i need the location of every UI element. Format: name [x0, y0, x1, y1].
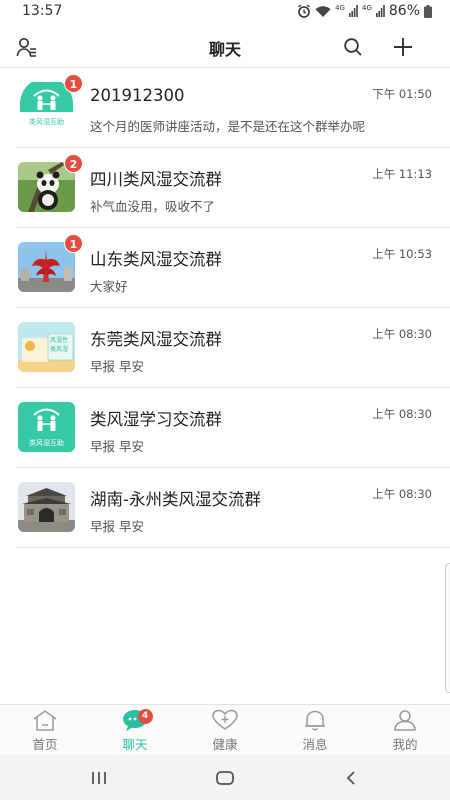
chat-time: 上午 08:30 [372, 407, 432, 421]
group-avatar: 风湿性 类风湿 [18, 322, 75, 372]
chat-list: 类风湿互助 1 201912300 这个月的医师讲座活动，是不是还在这个群举办呢… [0, 68, 450, 548]
tab-unread-badge: 4 [137, 709, 153, 724]
group-avatar [18, 482, 75, 532]
chat-name: 类风湿学习交流群 [90, 410, 222, 429]
chat-name: 山东类风湿交流群 [90, 250, 222, 269]
chat-list-item[interactable]: 类风湿互助 1 201912300 这个月的医师讲座活动，是不是还在这个群举办呢… [0, 68, 450, 148]
signal-icon [348, 5, 358, 17]
home-icon [31, 708, 59, 732]
battery-icon [424, 4, 432, 18]
tab-health[interactable]: 健康 [180, 705, 270, 755]
chat-preview: 早报 早安 [90, 519, 144, 534]
chat-list-item[interactable]: 风湿性 类风湿 东莞类风湿交流群 早报 早安 上午 08:30 [0, 308, 450, 388]
scroll-handle[interactable] [445, 563, 450, 693]
chat-preview: 这个月的医师讲座活动，是不是还在这个群举办呢 [90, 119, 366, 134]
chat-time: 上午 11:13 [372, 167, 432, 181]
avatar-text: 风湿性 类风湿 [50, 337, 69, 353]
system-nav-bar [0, 755, 450, 800]
chat-list-item[interactable]: 2 四川类风湿交流群 补气血没用，吸收不了 上午 11:13 [0, 148, 450, 228]
chat-time: 上午 08:30 [372, 487, 432, 501]
group-avatar: 类风湿互助 [18, 402, 75, 452]
tab-label: 首页 [32, 737, 58, 752]
chat-preview: 大家好 [90, 279, 128, 294]
unread-badge: 2 [64, 154, 83, 173]
chat-name: 201912300 [90, 86, 185, 105]
tab-profile[interactable]: 我的 [360, 705, 450, 755]
status-bar: 13:57 4G 4G 86% [0, 0, 450, 24]
recent-apps-button[interactable] [84, 766, 114, 790]
chat-time: 上午 08:30 [372, 327, 432, 341]
tab-messages[interactable]: 消息 [270, 705, 360, 755]
network-label-2: 4G [361, 4, 372, 12]
gate-photo [18, 482, 75, 532]
bell-icon [301, 708, 329, 732]
chat-time: 上午 10:53 [372, 247, 432, 261]
search-button[interactable] [340, 34, 366, 60]
tab-label: 我的 [392, 737, 418, 752]
chat-name: 四川类风湿交流群 [90, 170, 222, 189]
back-button[interactable] [336, 766, 366, 790]
page-title: 聊天 [208, 40, 241, 59]
unread-badge: 1 [64, 74, 83, 93]
bottom-tab-bar: 首页 4 聊天 健康 消息 我的 [0, 704, 450, 755]
chat-preview: 早报 早安 [90, 439, 144, 454]
unread-badge: 1 [64, 234, 83, 253]
heart-plus-icon [211, 708, 239, 732]
tab-label: 健康 [212, 737, 238, 752]
avatar-caption: 类风湿互助 [29, 118, 64, 126]
tab-chat[interactable]: 4 聊天 [90, 705, 180, 755]
chat-preview: 早报 早安 [90, 359, 144, 374]
recent-apps-icon [92, 772, 106, 784]
header: 聊天 [0, 24, 450, 68]
tab-label: 消息 [302, 737, 328, 752]
battery-percent: 86% [388, 3, 420, 19]
alarm-icon [298, 4, 311, 18]
status-indicators: 4G 4G 86% [297, 3, 432, 19]
tab-home[interactable]: 首页 [0, 705, 90, 755]
signal-icon [375, 5, 385, 17]
chat-time: 下午 01:50 [372, 87, 432, 101]
chat-name: 东莞类风湿交流群 [90, 330, 222, 349]
network-label-1: 4G [335, 4, 345, 12]
chat-preview: 补气血没用，吸收不了 [90, 199, 216, 214]
add-button[interactable] [390, 34, 416, 60]
tab-label: 聊天 [122, 737, 148, 752]
wifi-icon [315, 5, 331, 17]
back-icon [346, 771, 355, 785]
home-nav-icon [216, 771, 234, 785]
home-nav-button[interactable] [210, 766, 240, 790]
chat-list-item[interactable]: 类风湿互助 类风湿学习交流群 早报 早安 上午 08:30 [0, 388, 450, 468]
status-time: 13:57 [22, 3, 63, 19]
search-icon [344, 38, 362, 56]
plus-icon [394, 38, 412, 56]
person-icon [391, 708, 419, 732]
chat-name: 湖南-永州类风湿交流群 [90, 490, 261, 509]
avatar-caption: 类风湿互助 [29, 439, 64, 447]
chat-list-item[interactable]: 湖南-永州类风湿交流群 早报 早安 上午 08:30 [0, 468, 450, 548]
chat-list-item[interactable]: 1 山东类风湿交流群 大家好 上午 10:53 [0, 228, 450, 308]
